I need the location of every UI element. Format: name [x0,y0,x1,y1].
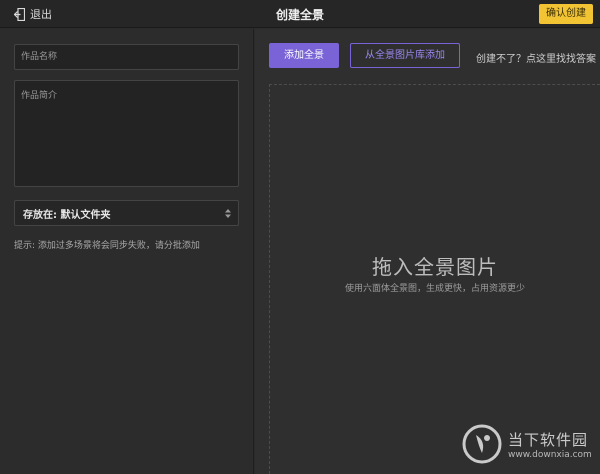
drop-zone[interactable]: 拖入全景图片 使用六面体全景图，生成更快，占用资源更少 [269,84,600,474]
watermark: 当下软件园 www.downxia.com [462,420,592,468]
work-name-input[interactable] [14,44,239,70]
drop-zone-subtitle: 使用六面体全景图，生成更快，占用资源更少 [344,284,525,294]
folder-select[interactable]: 存放在: 默认文件夹 [14,200,239,226]
add-panorama-button[interactable]: 添加全景 [269,43,339,68]
watermark-en: www.downxia.com [508,449,592,460]
select-arrows-icon [225,209,231,218]
right-panel: 添加全景 从全景图片库添加 创建不了？点这里找找答案 拖入全景图片 使用六面体全… [255,29,600,474]
confirm-create-button[interactable]: 确认创建 [539,4,593,24]
top-bar: 退出 创建全景 确认创建 [0,0,600,28]
folder-select-value: 存放在: 默认文件夹 [23,209,111,221]
help-link[interactable]: 创建不了？点这里找找答案 [476,50,596,65]
add-from-library-button[interactable]: 从全景图片库添加 [350,43,460,68]
left-panel: 存放在: 默认文件夹 提示: 添加过多场景将会同步失败，请分批添加 [0,29,254,474]
hint-text: 提示: 添加过多场景将会同步失败，请分批添加 [14,241,200,251]
page-title: 创建全景 [275,8,324,22]
watermark-logo-icon [462,424,502,464]
work-description-input[interactable] [14,80,239,187]
watermark-cn: 当下软件园 [508,430,589,449]
drop-zone-title: 拖入全景图片 [372,255,498,279]
